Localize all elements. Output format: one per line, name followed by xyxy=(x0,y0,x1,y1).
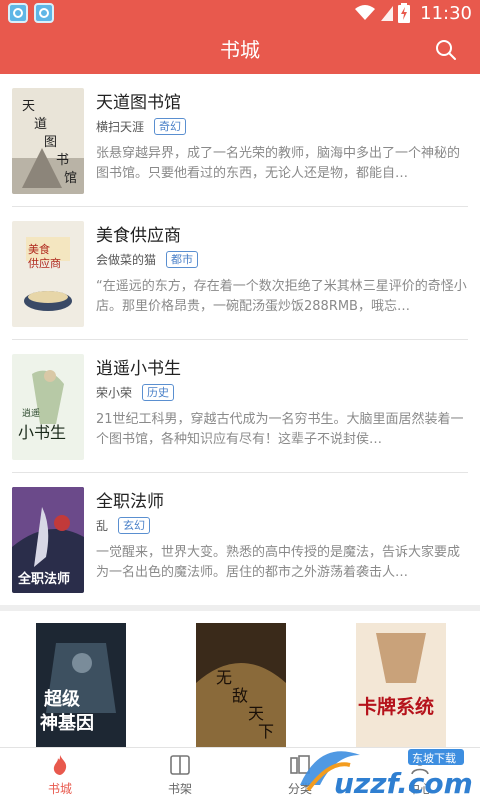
tab-bookstore[interactable]: 书城 xyxy=(0,748,120,801)
book-cover: 美食 供应商 xyxy=(12,221,84,327)
svg-text:供应商: 供应商 xyxy=(28,256,61,270)
app-header: 书城 xyxy=(0,26,480,74)
search-icon[interactable] xyxy=(434,38,458,62)
svg-text:道: 道 xyxy=(34,117,47,132)
svg-text:小书生: 小书生 xyxy=(18,423,66,442)
book-shelf-icon xyxy=(170,755,190,775)
featured-book-cover[interactable]: 无 敌 天 下 xyxy=(196,623,286,747)
book-item[interactable]: 小书生 逍遥 逍遥小书生 荣小荣 历史 21世纪工科男，穿越古代成为一名穷书生。… xyxy=(12,340,468,473)
book-item[interactable]: 全职法师 全职法师 乱 玄幻 一觉醒来，世界大变。熟悉的高中传授的是魔法，告诉大… xyxy=(12,473,468,606)
site-watermark-logo: 东坡下载 uzzf.com xyxy=(300,749,473,800)
book-title: 天道图书馆 xyxy=(96,93,181,113)
signal-icon xyxy=(381,6,394,21)
book-cover: 天 道 图 书 馆 xyxy=(12,88,84,194)
notification-app-icon xyxy=(8,3,28,23)
tab-label: 书城 xyxy=(47,782,72,796)
battery-charging-icon xyxy=(398,3,411,23)
genre-tag: 历史 xyxy=(142,384,175,401)
book-meta: 横扫天涯 奇幻 xyxy=(96,118,187,135)
book-author: 横扫天涯 xyxy=(96,120,145,134)
book-title: 全职法师 xyxy=(96,492,164,512)
tab-bookshelf[interactable]: 书架 xyxy=(120,748,240,801)
svg-text:下: 下 xyxy=(258,722,274,741)
svg-text:书: 书 xyxy=(56,153,69,168)
book-cover: 小书生 逍遥 xyxy=(12,354,84,460)
svg-text:卡牌系统: 卡牌系统 xyxy=(358,695,434,718)
book-description: 21世纪工科男，穿越古代成为一名穷书生。大脑里面居然装着一个图书馆，各种知识应有… xyxy=(96,412,464,447)
flame-icon xyxy=(53,755,67,775)
book-description: 一觉醒来，世界大变。熟悉的高中传授的是魔法，告诉大家要成为一名出色的魔法师。居住… xyxy=(96,545,461,580)
featured-book-cover[interactable]: 卡牌系统 xyxy=(356,623,446,747)
status-bar: 11:30 xyxy=(0,0,480,26)
tab-label: 书架 xyxy=(167,782,192,796)
genre-tag: 玄幻 xyxy=(118,517,151,534)
book-author: 乱 xyxy=(96,519,109,533)
book-meta: 荣小荣 历史 xyxy=(96,384,175,401)
book-title: 美食供应商 xyxy=(96,226,181,246)
svg-text:敌: 敌 xyxy=(232,686,248,705)
svg-text:天: 天 xyxy=(248,704,264,723)
book-item[interactable]: 天 道 图 书 馆 天道图书馆 横扫天涯 奇幻 张悬穿越异界，成了一名光荣的教师… xyxy=(12,74,468,207)
book-description: 张悬穿越异界，成了一名光荣的教师，脑海中多出了一个神秘的图书馆。只要他看过的东西… xyxy=(96,146,461,181)
wifi-icon xyxy=(355,5,376,20)
book-author: 荣小荣 xyxy=(96,386,133,400)
notification-app-icon xyxy=(34,3,54,23)
status-time: 11:30 xyxy=(420,2,472,24)
svg-text:图: 图 xyxy=(44,135,57,150)
page-title: 书城 xyxy=(220,38,260,62)
book-list: 天 道 图 书 馆 天道图书馆 横扫天涯 奇幻 张悬穿越异界，成了一名光荣的教师… xyxy=(0,74,480,606)
genre-tag: 奇幻 xyxy=(154,118,187,135)
svg-text:东坡下载: 东坡下载 xyxy=(412,752,456,765)
book-author: 会做菜的猫 xyxy=(96,253,157,267)
svg-text:超级: 超级 xyxy=(44,688,81,710)
svg-text:天: 天 xyxy=(22,99,35,114)
genre-tag: 都市 xyxy=(166,251,199,268)
svg-text:馆: 馆 xyxy=(64,171,77,186)
featured-books: 超级 神基因 无 敌 天 下 卡牌系统 xyxy=(0,611,480,747)
svg-text:神基因: 神基因 xyxy=(40,712,94,734)
svg-text:全职法师: 全职法师 xyxy=(17,571,70,587)
book-cover: 全职法师 xyxy=(12,487,84,593)
svg-text:无: 无 xyxy=(216,668,232,687)
book-description: “在遥远的东方，存在着一个数次拒绝了米其林三星评价的奇怪小店。那里价格昂贵，一碗… xyxy=(96,279,467,314)
book-title: 逍遥小书生 xyxy=(96,359,181,379)
book-meta: 会做菜的猫 都市 xyxy=(96,251,199,268)
featured-book-cover[interactable]: 超级 神基因 xyxy=(36,623,126,747)
book-item[interactable]: 美食 供应商 美食供应商 会做菜的猫 都市 “在遥远的东方，存在着一个数次拒绝了… xyxy=(12,207,468,340)
svg-text:uzzf.com: uzzf.com xyxy=(334,767,473,800)
book-meta: 乱 玄幻 xyxy=(96,517,151,534)
svg-text:美食: 美食 xyxy=(28,242,50,256)
svg-text:逍遥: 逍遥 xyxy=(22,407,40,419)
